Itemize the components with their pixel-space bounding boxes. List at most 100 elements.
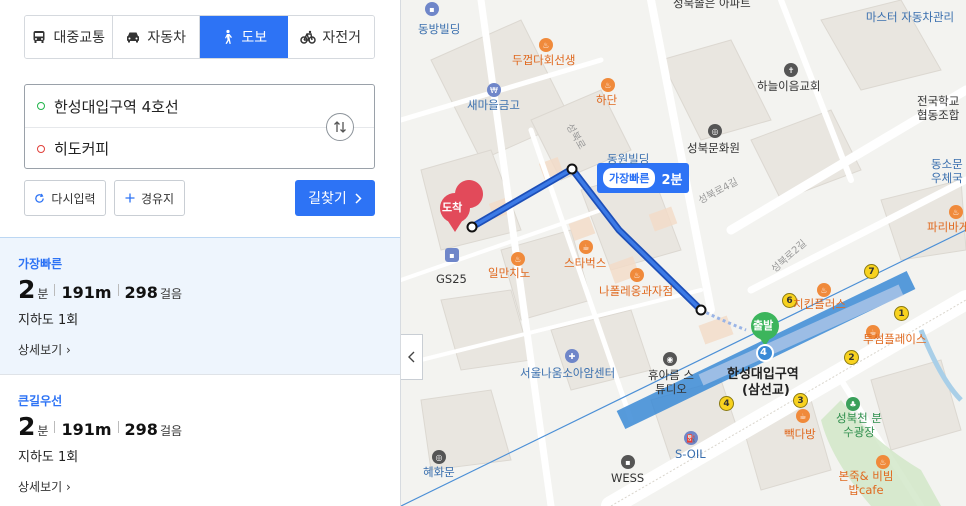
result-time-unit: 분 bbox=[37, 287, 49, 301]
tab-label: 대중교통 bbox=[53, 30, 106, 46]
poi-label: 혜화문 bbox=[423, 465, 455, 479]
route-actions: 다시입력 경유지 길찾기 bbox=[24, 180, 375, 216]
restaurant-icon: ♨ bbox=[817, 283, 831, 297]
poi-label: 나폴레옹과자점 bbox=[599, 284, 674, 298]
poi-label: 두껍다회선생 bbox=[512, 53, 576, 67]
shop-icon: ▪ bbox=[621, 455, 635, 469]
badge-tag: 가장빠른 bbox=[603, 168, 656, 188]
refresh-icon bbox=[35, 193, 45, 203]
convenience-store-icon: ▪ bbox=[445, 248, 459, 262]
reset-button[interactable]: 다시입력 bbox=[24, 180, 106, 216]
transport-mode-tabs: 대중교통 자동차 도보 자전거 bbox=[24, 15, 375, 59]
bakery-icon: ♨ bbox=[949, 205, 963, 219]
waypoint-label: 경유지 bbox=[140, 191, 175, 206]
result-subtitle: 지하도 1회 bbox=[18, 450, 79, 465]
result-summary: 2 분 191m 298 걸음 bbox=[18, 412, 400, 442]
divider bbox=[54, 421, 56, 433]
poi-label: 성북문화원 bbox=[687, 141, 740, 155]
arrival-marker-label: 도착 bbox=[442, 201, 463, 214]
result-time-value: 2 bbox=[18, 412, 36, 441]
tab-walk[interactable]: 도보 bbox=[200, 16, 288, 58]
swap-route-button[interactable] bbox=[326, 113, 354, 141]
poi-label: S-OIL bbox=[675, 447, 706, 461]
origin-field[interactable]: 한성대입구역 4호선 bbox=[25, 85, 374, 127]
poi-label: 동소문 우체국 bbox=[931, 157, 963, 185]
result-summary: 2 분 191m 298 걸음 bbox=[18, 275, 400, 305]
route-time-badge[interactable]: 가장빠른 2분 bbox=[597, 163, 689, 193]
poi-label: 마스터 자동차관리 bbox=[865, 10, 955, 24]
destination-text: 히도커피 bbox=[54, 140, 110, 158]
restaurant-icon: ♨ bbox=[601, 78, 615, 92]
destination-dot-icon bbox=[37, 144, 45, 153]
result-time-unit: 분 bbox=[37, 424, 49, 438]
destination-field[interactable]: 히도커피 bbox=[25, 127, 374, 169]
poi-label: 동방빌딩 bbox=[418, 22, 461, 36]
poi-label: 스타벅스 bbox=[564, 256, 607, 270]
bus-icon bbox=[33, 31, 45, 43]
poi-label: 빽다방 bbox=[784, 427, 816, 441]
swap-arrows-icon bbox=[334, 121, 346, 133]
poi-label: 전국학교 협동조합 bbox=[917, 94, 960, 122]
exit-marker[interactable]: 4 bbox=[719, 396, 734, 411]
result-steps-value: 298 bbox=[124, 283, 158, 302]
origin-dot-icon bbox=[37, 102, 45, 110]
tab-label: 자동차 bbox=[147, 30, 187, 46]
poi-label: 치킨플러스 bbox=[793, 297, 846, 311]
poi-label: 성북솔은 아파트 bbox=[673, 0, 751, 10]
poi-label: 투썸플레이스 bbox=[863, 332, 927, 346]
bicycle-icon bbox=[300, 30, 317, 44]
poi-label: 파리바게 bbox=[927, 220, 966, 234]
poi-label: WESS bbox=[611, 471, 645, 485]
gas-station-icon: ⛽ bbox=[684, 431, 698, 445]
result-steps-unit: 걸음 bbox=[159, 424, 183, 438]
chevron-right-icon bbox=[355, 192, 362, 204]
result-title: 큰길우선 bbox=[18, 394, 63, 408]
plus-icon bbox=[125, 193, 135, 203]
station-subname: (삼선교) bbox=[742, 383, 790, 398]
route-result-fastest[interactable]: 가장빠른 2 분 191m 298 걸음 지하도 1회 상세보기 › bbox=[0, 237, 400, 374]
tab-car[interactable]: 자동차 bbox=[112, 16, 200, 58]
collapse-panel-button[interactable] bbox=[401, 334, 423, 380]
poi-label: 하늘이음교회 bbox=[757, 79, 821, 93]
result-detail-link[interactable]: 상세보기 › bbox=[18, 341, 400, 358]
tab-bicycle[interactable]: 자전거 bbox=[287, 16, 374, 58]
car-icon bbox=[127, 32, 140, 43]
search-route-button[interactable]: 길찾기 bbox=[295, 180, 375, 216]
poi-label: 동원빌딩 bbox=[607, 152, 650, 166]
poi-label: 새마을금고 bbox=[467, 98, 520, 112]
poi-label: 성북천 분수광장 bbox=[836, 411, 882, 439]
church-icon: ✝ bbox=[784, 63, 798, 77]
detail-label: 상세보기 bbox=[18, 343, 63, 357]
exit-marker[interactable]: 7 bbox=[864, 264, 879, 279]
add-waypoint-button[interactable]: 경유지 bbox=[114, 180, 185, 216]
studio-icon: ◉ bbox=[663, 352, 677, 366]
cafe-icon: ☕ bbox=[796, 409, 810, 423]
cafe-icon: ☕ bbox=[579, 240, 593, 254]
route-result-main-road[interactable]: 큰길우선 2 분 191m 298 걸음 지하도 1회 상세보기 › bbox=[0, 374, 400, 506]
result-steps-unit: 걸음 bbox=[159, 287, 183, 301]
tab-public-transit[interactable]: 대중교통 bbox=[25, 16, 113, 58]
map-view[interactable]: 도착 출발 4 가장빠른 2분 한성대입구역 (삼선교) 1 2 3 4 6 7… bbox=[401, 0, 966, 506]
result-distance: 191m bbox=[61, 283, 112, 302]
bank-icon: ₩ bbox=[487, 83, 501, 97]
result-detail-link[interactable]: 상세보기 › bbox=[18, 478, 400, 495]
hospital-icon: ✚ bbox=[565, 349, 579, 363]
exit-marker[interactable]: 3 bbox=[793, 393, 808, 408]
landmark-icon: ◎ bbox=[432, 450, 446, 464]
result-title: 가장빠른 bbox=[18, 257, 63, 271]
exit-marker[interactable]: 2 bbox=[844, 350, 859, 365]
divider bbox=[54, 284, 56, 296]
divider bbox=[117, 284, 119, 296]
bakery-icon: ♨ bbox=[630, 268, 644, 282]
chevron-left-icon bbox=[408, 351, 415, 363]
divider bbox=[117, 421, 119, 433]
exit-marker[interactable]: 1 bbox=[894, 306, 909, 321]
culture-icon: ◎ bbox=[708, 124, 722, 138]
restaurant-icon: ♨ bbox=[511, 252, 525, 266]
reset-label: 다시입력 bbox=[51, 191, 96, 206]
detail-label: 상세보기 bbox=[18, 480, 63, 494]
result-subtitle: 지하도 1회 bbox=[18, 313, 79, 328]
poi-label: GS25 bbox=[436, 272, 467, 286]
building-icon: ▪ bbox=[425, 2, 439, 16]
walk-icon bbox=[225, 29, 233, 44]
